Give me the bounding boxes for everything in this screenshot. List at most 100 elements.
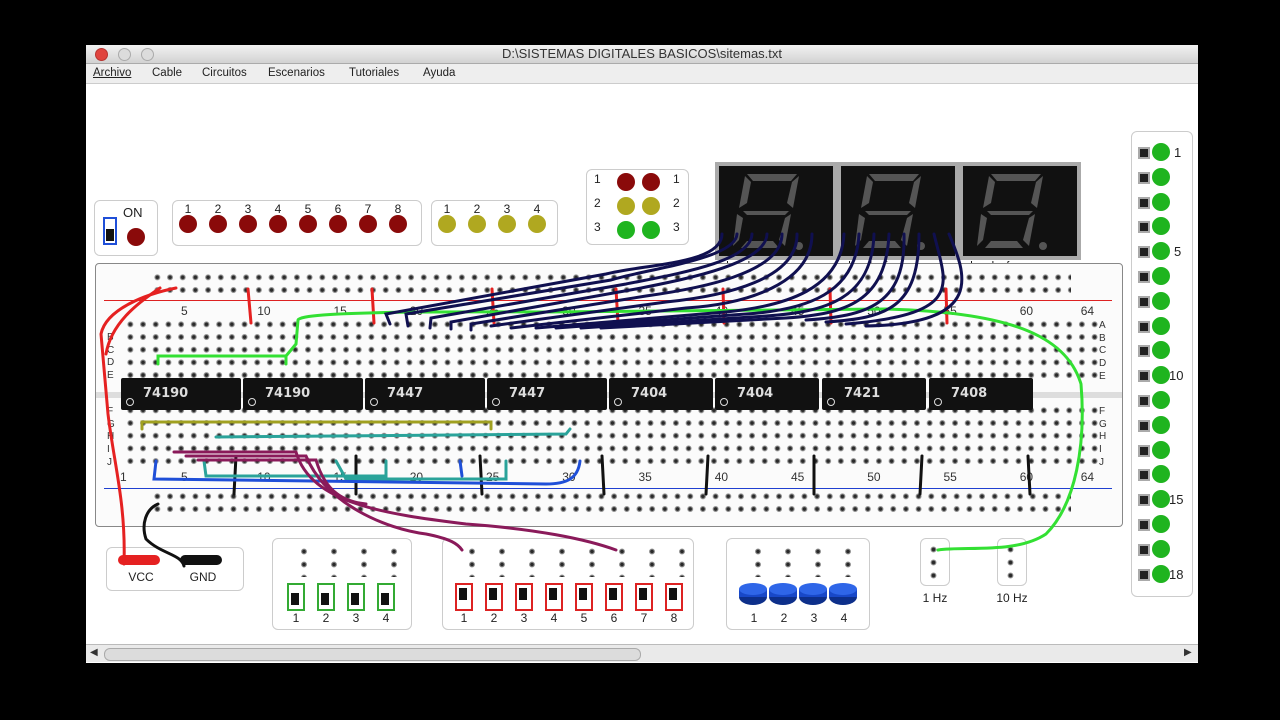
clock-10hz-pins[interactable] — [1004, 543, 1020, 581]
traffic-yellow-led — [642, 197, 660, 215]
led-pin[interactable] — [1138, 543, 1150, 556]
power-rail-bottom[interactable] — [151, 490, 1071, 516]
chip-7408[interactable]: 7408 — [929, 378, 1033, 410]
red-led-label: 8 — [394, 202, 402, 216]
led-pin[interactable] — [1138, 271, 1150, 283]
red-led-label: 4 — [274, 202, 282, 216]
toggle-switch[interactable] — [485, 583, 503, 611]
green-led — [1152, 217, 1170, 236]
menu-ayuda[interactable]: Ayuda — [423, 67, 455, 79]
toggle-switch[interactable] — [287, 583, 305, 611]
button-pins[interactable] — [743, 545, 855, 577]
push-button[interactable] — [829, 583, 857, 605]
column-number: 45 — [791, 470, 805, 484]
switch-pins[interactable] — [289, 545, 399, 577]
led-pin[interactable] — [1138, 147, 1150, 159]
led-pin[interactable] — [1138, 196, 1150, 209]
led-pin[interactable] — [1138, 395, 1150, 407]
led-pin[interactable] — [1138, 519, 1150, 531]
horizontal-scrollbar[interactable]: ◀ ▶ — [86, 644, 1198, 662]
toggle-switch[interactable] — [317, 583, 335, 611]
push-button[interactable] — [739, 583, 767, 605]
traffic-label: 1 — [673, 172, 680, 186]
menu-tutoriales[interactable]: Tutoriales — [349, 67, 399, 79]
terminal-strip-bottom[interactable] — [124, 404, 1099, 468]
chip-7421[interactable]: 7421 — [822, 378, 926, 410]
switch-panel-a: 1 2 3 4 — [272, 538, 412, 630]
menu-archivo[interactable]: Archivo — [93, 67, 131, 79]
green-led — [1152, 366, 1170, 385]
yellow-led-label: 3 — [503, 202, 511, 216]
led-pin[interactable] — [1138, 419, 1150, 432]
menu-cable[interactable]: Cable — [152, 67, 182, 79]
column-number: 5 — [181, 470, 188, 484]
switch-pins[interactable] — [457, 545, 687, 577]
circuit-canvas[interactable]: ON 1 2 3 4 5 6 7 8 1 2 3 4 1 2 3 1 2 3 5… — [86, 84, 1198, 644]
led-pin[interactable] — [1138, 494, 1150, 507]
power-rail-top[interactable] — [151, 271, 1071, 297]
led-pin[interactable] — [1138, 568, 1150, 581]
toggle-switch[interactable] — [455, 583, 473, 611]
menu-circuitos[interactable]: Circuitos — [202, 67, 247, 79]
column-number: 64 — [1080, 470, 1095, 484]
chip-7404[interactable]: 7404 — [715, 378, 819, 410]
green-led — [1152, 515, 1170, 533]
column-number: 50 — [867, 304, 881, 318]
traffic-red-led — [617, 173, 635, 191]
led-pin[interactable] — [1138, 345, 1150, 358]
led-pin[interactable] — [1138, 221, 1150, 234]
led-pin[interactable] — [1138, 469, 1150, 482]
led-pin[interactable] — [1138, 370, 1150, 383]
column-number: 20 — [409, 304, 424, 318]
led-pin[interactable] — [1138, 320, 1150, 333]
scroll-right-icon[interactable]: ▶ — [1184, 647, 1192, 658]
clock-1hz-pins[interactable] — [927, 543, 943, 581]
power-led — [127, 228, 145, 246]
switch-label: 2 — [490, 611, 498, 625]
chip-7404[interactable]: 7404 — [609, 378, 713, 410]
column-number: 35 — [638, 304, 652, 318]
chip-7447[interactable]: 7447 — [365, 378, 485, 410]
green-led — [1152, 564, 1170, 583]
gnd-terminal[interactable] — [180, 555, 222, 565]
toggle-switch[interactable] — [575, 583, 593, 611]
power-switch[interactable] — [103, 217, 117, 245]
vcc-terminal[interactable] — [118, 555, 160, 565]
row-labels-left-bottom: FGHIJ — [107, 406, 115, 468]
toggle-switch[interactable] — [635, 583, 653, 611]
led-column-label: 1 — [1174, 145, 1182, 160]
switch-label: 4 — [550, 611, 558, 625]
push-button[interactable] — [769, 583, 797, 605]
led-pin[interactable] — [1138, 171, 1150, 184]
push-button[interactable] — [799, 583, 827, 605]
toggle-switch[interactable] — [605, 583, 623, 611]
traffic-yellow-led — [617, 197, 635, 215]
menu-escenarios[interactable]: Escenarios — [268, 67, 325, 79]
led-pin[interactable] — [1138, 246, 1150, 259]
toggle-switch[interactable] — [665, 583, 683, 611]
chip-74190[interactable]: 74190 — [121, 378, 241, 410]
toggle-switch[interactable] — [347, 583, 365, 611]
toggle-switch[interactable] — [377, 583, 395, 611]
led-pin[interactable] — [1138, 295, 1150, 308]
switch-label: 3 — [520, 611, 528, 625]
switch-label: 7 — [640, 611, 648, 625]
led-pin[interactable] — [1138, 444, 1150, 457]
chip-7447[interactable]: 7447 — [487, 378, 607, 410]
traffic-green-led — [642, 221, 660, 239]
terminal-strip-top[interactable] — [124, 318, 1099, 382]
led-column-label: 15 — [1169, 492, 1184, 507]
toggle-switch[interactable] — [515, 583, 533, 611]
toggle-switch[interactable] — [545, 583, 563, 611]
column-number: 40 — [714, 470, 729, 484]
seven-segment-digit — [963, 166, 1077, 256]
button-label: 2 — [780, 611, 788, 625]
seven-segment-display-group: a b c d e f g p a b c d e f g p a b c d … — [715, 162, 1081, 272]
green-led-column: 1 5 10 15 18 — [1131, 131, 1193, 597]
column-number: 5 — [181, 304, 188, 318]
scroll-left-icon[interactable]: ◀ — [90, 647, 98, 658]
column-number: 35 — [638, 470, 652, 484]
column-number: 25 — [486, 470, 500, 484]
scroll-thumb[interactable] — [104, 648, 641, 661]
chip-74190[interactable]: 74190 — [243, 378, 363, 410]
